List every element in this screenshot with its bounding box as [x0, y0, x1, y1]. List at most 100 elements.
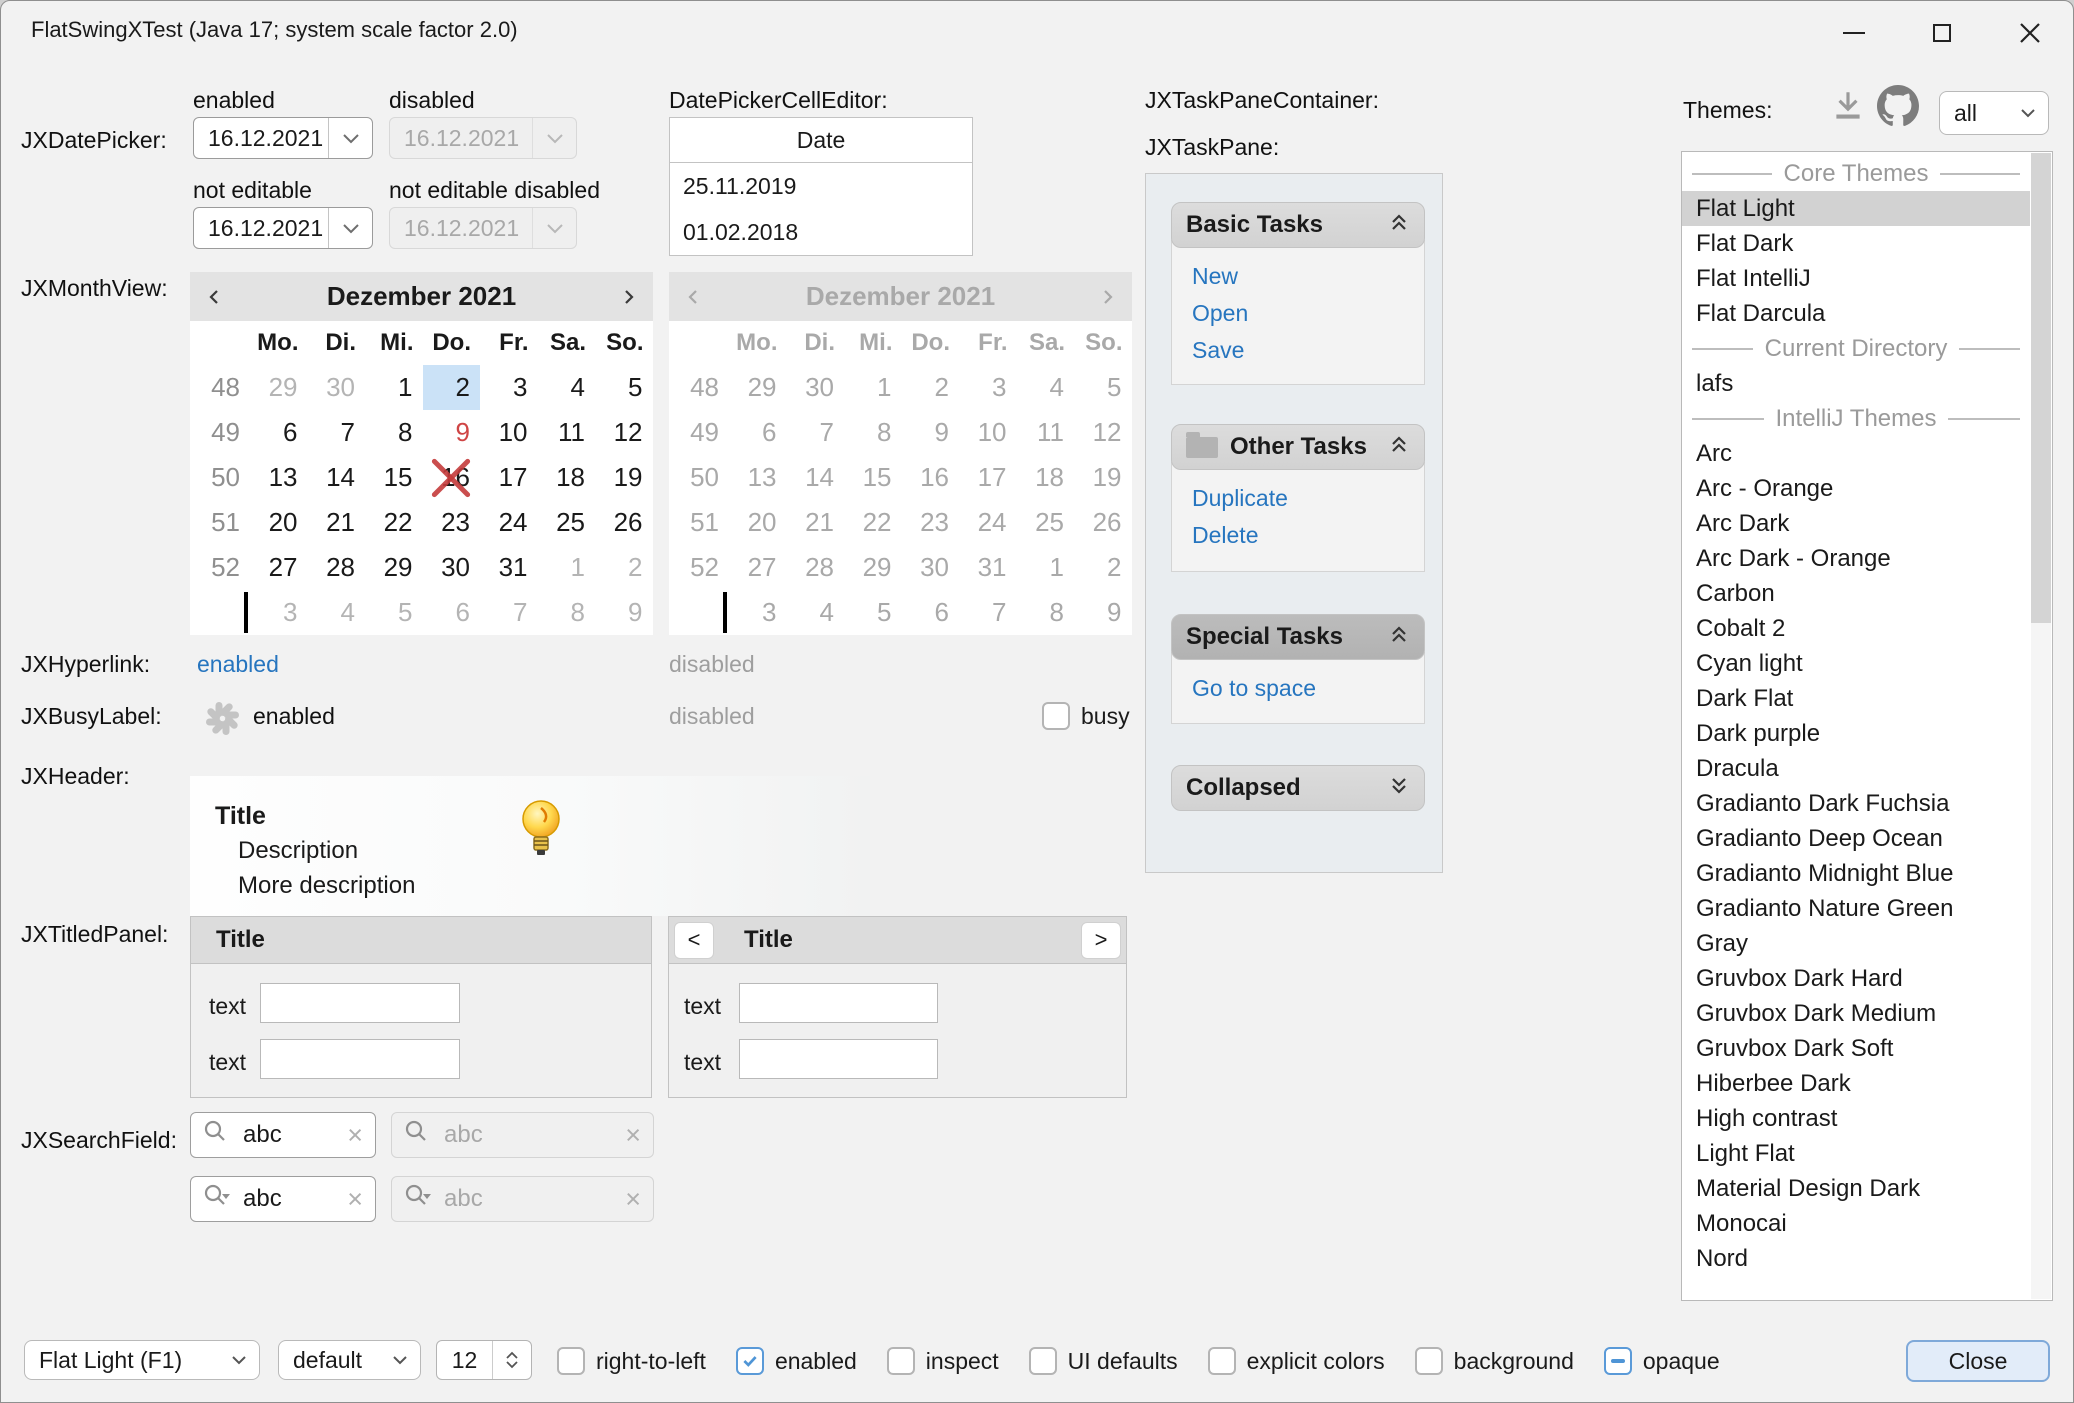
day-cell[interactable]: 1 — [365, 365, 423, 410]
datepicker-enabled[interactable]: 16.12.2021 — [193, 117, 373, 159]
text-input[interactable] — [260, 1039, 460, 1079]
clear-icon[interactable]: × — [347, 1120, 363, 1151]
collapse-icon[interactable] — [1388, 623, 1410, 652]
theme-list-item[interactable]: Gruvbox Dark Soft — [1682, 1031, 2030, 1066]
theme-list-item[interactable]: lafs — [1682, 366, 2030, 401]
day-cell[interactable]: 7 — [480, 590, 538, 635]
theme-list-item[interactable]: Cyan light — [1682, 646, 2030, 681]
task-link[interactable]: New — [1192, 258, 1424, 295]
search-input[interactable]: abc — [243, 1121, 335, 1149]
checkbox-explicit-colors[interactable]: explicit colors — [1208, 1347, 1385, 1375]
datepicker-not-editable[interactable]: 16.12.2021 — [193, 207, 373, 249]
day-cell[interactable]: 21 — [308, 500, 366, 545]
close-button[interactable]: Close — [1906, 1340, 2050, 1382]
task-link[interactable]: Save — [1192, 332, 1424, 369]
monthview-calendar-enabled[interactable]: Dezember 2021Mo.Di.Mi.Do.Fr.Sa.So.482930… — [190, 272, 653, 635]
minimize-button[interactable] — [1824, 13, 1884, 53]
day-cell[interactable]: 18 — [538, 455, 596, 500]
theme-list-item[interactable]: Flat IntelliJ — [1682, 261, 2030, 296]
checkbox-box[interactable] — [1208, 1347, 1236, 1375]
text-input[interactable] — [739, 1039, 938, 1079]
checkbox-opaque[interactable]: opaque — [1604, 1347, 1720, 1375]
day-cell[interactable]: 19 — [595, 455, 653, 500]
checkbox-box[interactable] — [736, 1347, 764, 1375]
theme-list-item[interactable]: Nord — [1682, 1241, 2030, 1276]
checkbox-box[interactable] — [1604, 1347, 1632, 1375]
font-size-spinner[interactable]: 12 — [436, 1340, 532, 1380]
checkbox-right-to-left[interactable]: right-to-left — [557, 1347, 706, 1375]
day-cell[interactable]: 23 — [423, 500, 481, 545]
theme-list-item[interactable]: Gruvbox Dark Hard — [1682, 961, 2030, 996]
day-cell[interactable]: 5 — [365, 590, 423, 635]
datepicker-dropdown-button[interactable] — [328, 208, 372, 248]
theme-list-item[interactable]: Dark purple — [1682, 716, 2030, 751]
day-cell[interactable]: 15 — [365, 455, 423, 500]
table-row[interactable]: 25.11.2019 — [670, 163, 972, 209]
theme-list-item[interactable]: Gradianto Nature Green — [1682, 891, 2030, 926]
themes-filter-combo[interactable]: all — [1939, 91, 2049, 135]
download-icon[interactable] — [1829, 87, 1867, 125]
day-cell[interactable]: 1 — [538, 545, 596, 590]
taskpane-header[interactable]: Collapsed — [1171, 765, 1425, 811]
close-window-button[interactable] — [2000, 13, 2060, 53]
day-cell[interactable]: 5 — [595, 365, 653, 410]
day-cell[interactable]: 31 — [480, 545, 538, 590]
day-cell[interactable]: 13 — [250, 455, 308, 500]
theme-list-item[interactable]: Dracula — [1682, 751, 2030, 786]
laf-combo[interactable]: Flat Light (F1) — [24, 1340, 260, 1380]
search-input[interactable]: abc — [243, 1185, 335, 1213]
day-cell[interactable]: 12 — [595, 410, 653, 455]
search-dropdown-icon[interactable] — [203, 1183, 231, 1216]
maximize-button[interactable] — [1912, 13, 1972, 53]
search-field[interactable]: abc × — [190, 1112, 376, 1158]
theme-list-item[interactable]: Monocai — [1682, 1206, 2030, 1241]
theme-list-item[interactable]: Arc Dark — [1682, 506, 2030, 541]
day-cell[interactable]: 6 — [423, 590, 481, 635]
theme-list-item[interactable]: Gruvbox Dark Medium — [1682, 996, 2030, 1031]
day-cell[interactable]: 20 — [250, 500, 308, 545]
day-cell[interactable]: 30 — [423, 545, 481, 590]
datepicker-value[interactable]: 16.12.2021 — [194, 118, 328, 158]
theme-list-item[interactable]: Gradianto Dark Fuchsia — [1682, 786, 2030, 821]
day-cell[interactable]: 8 — [365, 410, 423, 455]
checkbox-enabled[interactable]: enabled — [736, 1347, 857, 1375]
theme-list-item[interactable]: Arc Dark - Orange — [1682, 541, 2030, 576]
day-cell[interactable]: 29 — [365, 545, 423, 590]
day-cell[interactable]: 9 — [423, 410, 481, 455]
titled-panel-prev-button[interactable]: < — [674, 922, 714, 959]
day-cell[interactable]: 16 — [423, 455, 481, 500]
day-cell[interactable]: 3 — [250, 590, 308, 635]
day-cell[interactable]: 17 — [480, 455, 538, 500]
hyperlink-enabled[interactable]: enabled — [197, 651, 279, 678]
checkbox-box[interactable] — [557, 1347, 585, 1375]
datepicker-dropdown-button[interactable] — [328, 118, 372, 158]
text-input[interactable] — [739, 983, 938, 1023]
day-cell[interactable]: 29 — [250, 365, 308, 410]
scrollbar-thumb[interactable] — [2031, 153, 2051, 623]
checkbox-box[interactable] — [887, 1347, 915, 1375]
text-input[interactable] — [260, 983, 460, 1023]
spinner-arrows[interactable] — [493, 1341, 531, 1379]
theme-list-item[interactable]: High contrast — [1682, 1101, 2030, 1136]
day-cell[interactable]: 11 — [538, 410, 596, 455]
day-cell[interactable]: 4 — [308, 590, 366, 635]
day-cell[interactable]: 8 — [538, 590, 596, 635]
checkbox-box[interactable] — [1029, 1347, 1057, 1375]
theme-list-item[interactable]: Flat Darcula — [1682, 296, 2030, 331]
day-cell[interactable]: 28 — [308, 545, 366, 590]
task-link[interactable]: Duplicate — [1192, 480, 1424, 517]
taskpane-header[interactable]: Special Tasks — [1171, 614, 1425, 660]
theme-list-item[interactable]: Gray — [1682, 926, 2030, 961]
day-cell[interactable]: 9 — [595, 590, 653, 635]
titled-panel-next-button[interactable]: > — [1081, 922, 1121, 959]
theme-list-item[interactable]: Flat Light — [1682, 191, 2030, 226]
expand-icon[interactable] — [1388, 774, 1410, 803]
checkbox-ui-defaults[interactable]: UI defaults — [1029, 1347, 1178, 1375]
checkbox-inspect[interactable]: inspect — [887, 1347, 999, 1375]
day-cell[interactable]: 22 — [365, 500, 423, 545]
taskpane-header[interactable]: Other Tasks — [1171, 424, 1425, 470]
task-link[interactable]: Go to space — [1192, 670, 1424, 707]
theme-list-item[interactable]: Cobalt 2 — [1682, 611, 2030, 646]
day-cell[interactable]: 10 — [480, 410, 538, 455]
next-month-icon[interactable] — [619, 288, 637, 306]
